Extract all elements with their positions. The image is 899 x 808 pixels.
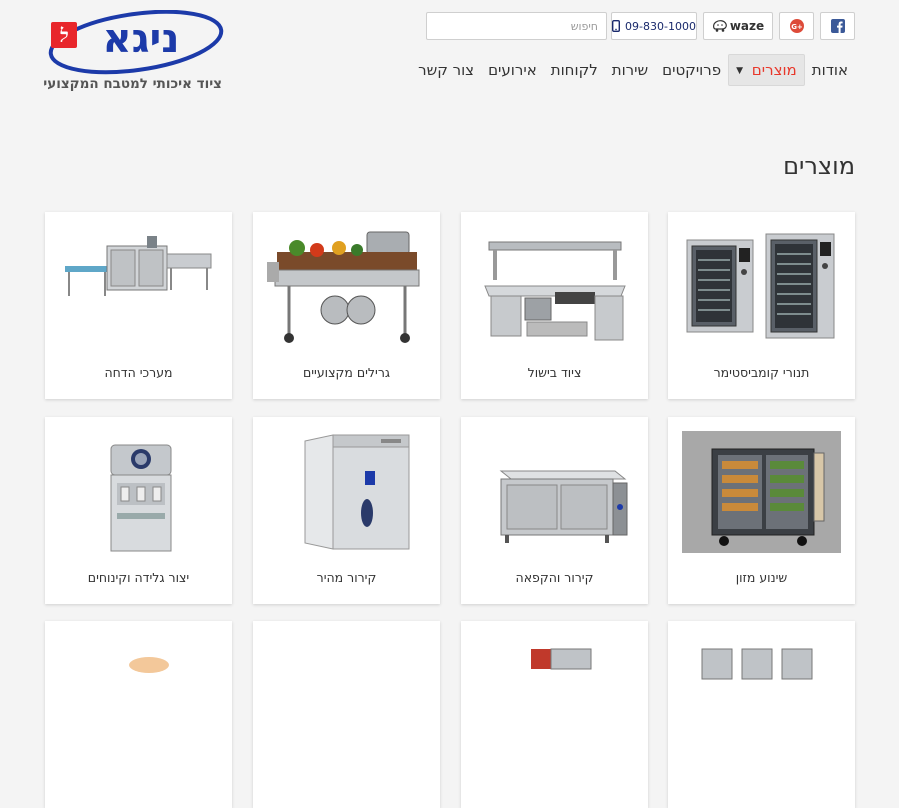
- phone-button[interactable]: 09-830-1000: [611, 12, 697, 40]
- product-card-refrigeration[interactable]: קירור והקפאה: [461, 417, 648, 604]
- combi-oven-icon: [686, 233, 835, 339]
- product-card-label: ציוד בישול: [527, 365, 582, 380]
- svg-text:G+: G+: [791, 23, 803, 31]
- product-card-ice-cream[interactable]: יצור גלידה וקינוחים: [45, 417, 232, 604]
- nav-item-service[interactable]: שירות: [605, 55, 655, 85]
- nav-item-products[interactable]: מוצרים ▼: [728, 54, 805, 86]
- phone-number: 09-830-1000: [625, 19, 696, 33]
- product-card-label: יצור גלידה וקינוחים: [87, 570, 190, 585]
- product-card-combi-ovens[interactable]: תנורי קומביסטימר: [668, 212, 855, 399]
- product-icon: [531, 648, 592, 670]
- product-card-dishwashing[interactable]: מערכי הדחה: [45, 212, 232, 399]
- product-card[interactable]: [253, 621, 440, 808]
- product-card-grills[interactable]: גרילים מקצועיים: [253, 212, 440, 399]
- product-card-food-transport[interactable]: שינוע מזון: [668, 417, 855, 604]
- food-cart-icon: [682, 431, 841, 553]
- search-input[interactable]: [426, 12, 607, 40]
- page-title: מוצרים: [783, 152, 855, 180]
- nav-item-about[interactable]: אודות: [805, 55, 855, 85]
- main-nav: אודות מוצרים ▼ פרויקטים שירות לקוחות איר…: [411, 54, 855, 86]
- nav-item-products-label: מוצרים: [751, 61, 797, 79]
- logo-swoosh-icon: ל ניגא: [48, 10, 224, 75]
- nav-item-events[interactable]: אירועים: [481, 55, 544, 85]
- google-plus-button[interactable]: G+: [779, 12, 814, 40]
- google-plus-icon: G+: [789, 19, 804, 33]
- product-card-label: תנורי קומביסטימר: [713, 365, 810, 380]
- grill-icon: [267, 231, 420, 343]
- dishwasher-line-icon: [65, 236, 212, 296]
- logo-mark: ל: [60, 25, 69, 47]
- brand-logo[interactable]: ל ניגא ציוד איכותי למטבח המקצועי: [43, 10, 226, 96]
- product-card-label: קירור מהיר: [316, 570, 377, 585]
- product-card-cooking-equipment[interactable]: ציוד בישול: [461, 212, 648, 399]
- nav-item-projects[interactable]: פרויקטים: [655, 55, 728, 85]
- chevron-down-icon: ▼: [736, 65, 744, 76]
- product-card[interactable]: [45, 621, 232, 808]
- ice-cream-machine-icon: [110, 444, 172, 552]
- product-card[interactable]: [461, 621, 648, 808]
- product-card-label: גרילים מקצועיים: [302, 365, 391, 380]
- product-icon: [129, 657, 169, 673]
- facebook-icon: [830, 19, 845, 33]
- waze-label: waze: [729, 19, 765, 33]
- blast-chiller-icon: [304, 434, 410, 550]
- product-card-label: מערכי הדחה: [104, 365, 173, 380]
- logo-tagline: ציוד איכותי למטבח המקצועי: [43, 76, 222, 92]
- waze-icon: [712, 20, 727, 32]
- product-card-label: שינוע מזון: [735, 570, 788, 585]
- phone-icon: [612, 20, 621, 32]
- nav-item-clients[interactable]: לקוחות: [544, 55, 605, 85]
- logo-text: ניגא: [103, 16, 180, 62]
- product-card-label: קירור והקפאה: [515, 570, 594, 585]
- facebook-button[interactable]: [820, 12, 855, 40]
- refrigerated-counter-icon: [499, 470, 628, 543]
- waze-button[interactable]: waze: [703, 12, 773, 40]
- nav-item-contact[interactable]: צור קשר: [411, 55, 481, 85]
- product-icon: [267, 635, 426, 757]
- product-icon: [701, 648, 813, 680]
- cooking-station-icon: [484, 241, 626, 341]
- product-card[interactable]: [668, 621, 855, 808]
- product-card-blast-chillers[interactable]: קירור מהיר: [253, 417, 440, 604]
